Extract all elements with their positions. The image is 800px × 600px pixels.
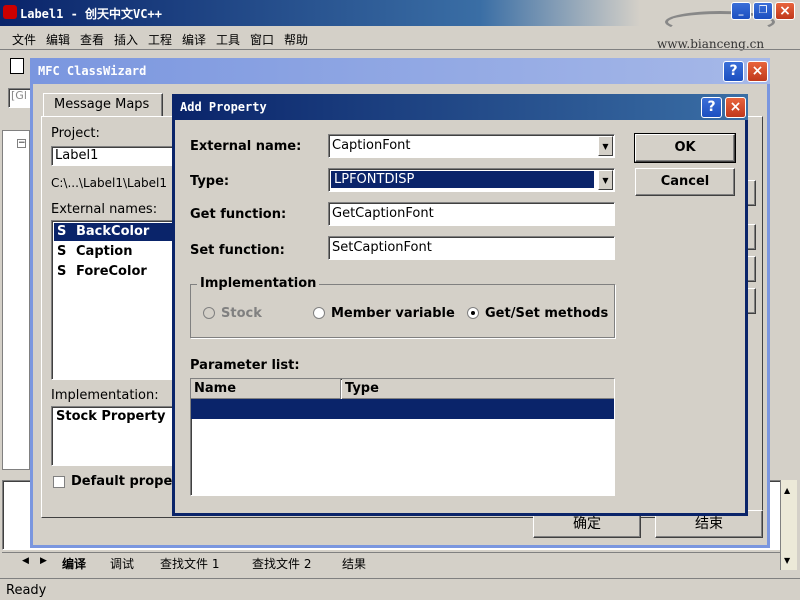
close-icon[interactable]: × (775, 2, 795, 20)
radio-member-label: Member variable (331, 306, 455, 321)
scroll-down-icon[interactable]: ▼ (784, 556, 790, 565)
tab-debug[interactable]: 调试 (110, 555, 134, 572)
table-row[interactable] (191, 399, 614, 419)
dialog-close-icon[interactable]: × (725, 97, 746, 118)
menu-help[interactable]: 帮助 (284, 31, 308, 48)
tab-find1[interactable]: 查找文件 1 (160, 555, 219, 572)
radio-member-variable[interactable] (313, 307, 325, 319)
add-property-dialog: Add Property ? × External name: CaptionF… (172, 94, 748, 516)
workspace-panel: − (2, 130, 30, 470)
list-item[interactable]: S BackColor (54, 223, 178, 241)
chevron-down-icon[interactable]: ▼ (598, 136, 613, 156)
tab-results[interactable]: 结果 (342, 555, 366, 572)
menu-edit[interactable]: 编辑 (46, 31, 70, 48)
file-path: C:\...\Label1\Label1 (51, 176, 168, 190)
menu-bar: 文件 编辑 查看 插入 工程 编译 工具 窗口 帮助 (0, 26, 800, 50)
radio-stock-label: Stock (221, 306, 262, 321)
external-names-list[interactable]: S BackColor S Caption S ForeColor (51, 220, 181, 380)
parameter-list-label: Parameter list: (190, 358, 300, 373)
external-name-label: External name: (190, 139, 302, 154)
radio-getset-methods[interactable] (467, 307, 479, 319)
external-names-label: External names: (51, 202, 158, 217)
app-icon (3, 5, 17, 19)
dialog-help-icon[interactable]: ? (701, 97, 722, 118)
implementation-group-label: Implementation (197, 276, 320, 291)
implementation-groupbox: Implementation Stock Member variable Get… (190, 276, 615, 338)
status-bar: Ready (0, 578, 800, 600)
menu-build[interactable]: 编译 (182, 31, 206, 48)
project-combo[interactable]: Label1 (51, 146, 181, 166)
radio-stock[interactable] (203, 307, 215, 319)
tab-build[interactable]: 编译 (62, 555, 86, 572)
scroll-up-icon[interactable]: ▲ (784, 486, 790, 495)
tree-collapse-icon[interactable]: − (17, 139, 26, 148)
parameter-list[interactable]: Name Type (190, 378, 615, 496)
restore-button[interactable]: ❐ (753, 2, 773, 20)
classwizard-close-icon[interactable]: × (747, 61, 768, 82)
new-file-icon[interactable] (10, 58, 24, 74)
implementation-box: Stock Property (51, 406, 181, 466)
column-header-type[interactable]: Type (342, 379, 614, 399)
set-function-input[interactable]: SetCaptionFont (328, 236, 615, 260)
tab-scroll-right-icon[interactable]: ▶ (40, 556, 47, 566)
column-header-name[interactable]: Name (191, 379, 341, 399)
app-title: Label1 - 创天中文VC++ (20, 7, 162, 21)
chevron-down-icon[interactable]: ▼ (598, 170, 613, 190)
implementation-label: Implementation: (51, 388, 159, 403)
type-label: Type: (190, 174, 230, 189)
get-function-label: Get function: (190, 207, 287, 222)
tab-scroll-left-icon[interactable]: ◀ (22, 556, 29, 566)
dialog-title: Add Property (180, 100, 267, 114)
status-text: Ready (6, 583, 47, 598)
bottom-tab-strip: ◀ ▶ 编译 调试 查找文件 1 查找文件 2 结果 (2, 552, 780, 572)
dialog-title-bar: Add Property (172, 94, 748, 120)
menu-tools[interactable]: 工具 (216, 31, 240, 48)
classwizard-title-bar: MFC ClassWizard (30, 58, 770, 84)
set-function-label: Set function: (190, 243, 285, 258)
dialog-cancel-button[interactable]: Cancel (635, 168, 735, 196)
menu-project[interactable]: 工程 (148, 31, 172, 48)
list-item[interactable]: S Caption (54, 243, 178, 261)
tab-find2[interactable]: 查找文件 2 (252, 555, 311, 572)
external-name-combo[interactable]: CaptionFont ▼ (328, 134, 615, 158)
project-label: Project: (51, 126, 100, 141)
menu-window[interactable]: 窗口 (250, 31, 274, 48)
tab-message-maps[interactable]: Message Maps (43, 93, 163, 117)
menu-insert[interactable]: 插入 (114, 31, 138, 48)
menu-file[interactable]: 文件 (12, 31, 36, 48)
classwizard-help-icon[interactable]: ? (723, 61, 744, 82)
list-item[interactable]: S ForeColor (54, 263, 178, 281)
type-combo[interactable]: LPFONTDISP ▼ (328, 168, 615, 192)
minimize-button[interactable]: _ (731, 2, 751, 20)
menu-view[interactable]: 查看 (80, 31, 104, 48)
get-function-input[interactable]: GetCaptionFont (328, 202, 615, 226)
type-value: LPFONTDISP (330, 170, 595, 189)
classwizard-title: MFC ClassWizard (38, 64, 147, 78)
output-scrollbar[interactable]: ▲ ▼ (780, 480, 797, 570)
radio-getset-label: Get/Set methods (485, 306, 609, 321)
dialog-ok-button[interactable]: OK (634, 133, 736, 163)
default-property-checkbox[interactable] (53, 476, 65, 488)
